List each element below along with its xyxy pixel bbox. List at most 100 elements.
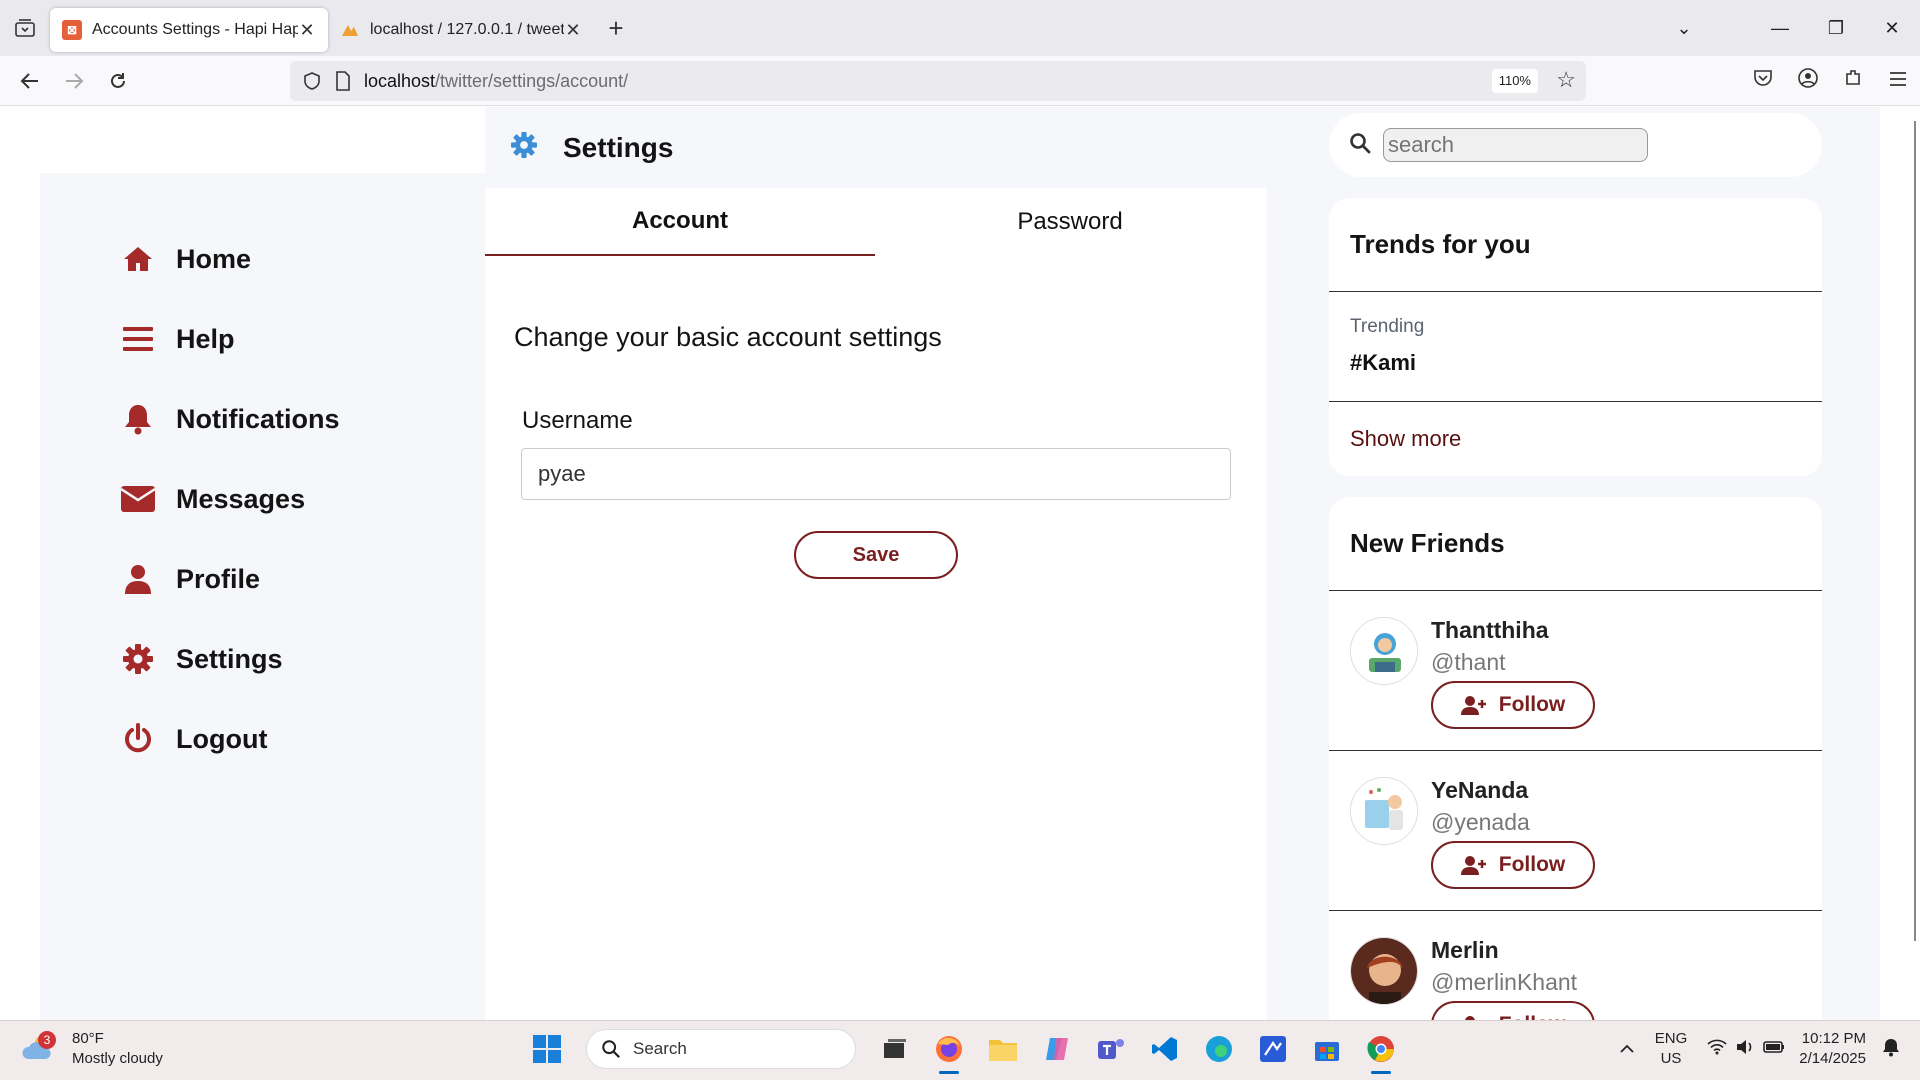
vscode-icon[interactable] <box>1143 1027 1187 1071</box>
trend-tag: #Kami <box>1350 350 1417 375</box>
settings-tabs: Account Password <box>485 188 1267 256</box>
close-window-icon[interactable]: ✕ <box>1864 18 1920 39</box>
bookmark-star-icon[interactable]: ☆ <box>1556 67 1576 93</box>
forward-arrow-icon[interactable] <box>52 61 96 101</box>
nav-item-profile[interactable]: Profile <box>120 559 260 599</box>
save-button[interactable]: Save <box>794 531 958 579</box>
weather-condition: Mostly cloudy <box>72 1050 163 1067</box>
nav-item-help[interactable]: Help <box>120 319 235 359</box>
url-host: localhost <box>364 70 436 91</box>
username-label: Username <box>522 407 633 434</box>
reload-icon[interactable] <box>96 61 140 101</box>
volume-icon[interactable] <box>1735 1039 1755 1059</box>
menu-icon[interactable] <box>1875 70 1920 93</box>
wifi-icon[interactable] <box>1707 1039 1727 1059</box>
user-icon <box>120 561 156 597</box>
nav-item-home[interactable]: Home <box>120 239 251 279</box>
close-tab-icon[interactable]: ✕ <box>298 20 316 41</box>
browser-nav-bar: localhost/twitter/settings/account/ 110%… <box>0 56 1920 106</box>
extensions-icon[interactable] <box>1830 68 1875 94</box>
follow-button[interactable]: Follow <box>1431 1001 1595 1020</box>
nav-item-label: Notifications <box>176 403 340 434</box>
right-sidebar: Trends for you Trending #Kami Show more … <box>1267 107 1880 1020</box>
taskbar-search[interactable]: Search <box>586 1029 856 1069</box>
friend-handle: @thant <box>1431 649 1506 675</box>
nav-item-label: Settings <box>176 643 283 674</box>
tab-title: Accounts Settings - Hapi Hapi <box>92 21 298 38</box>
search-icon <box>1349 132 1371 159</box>
xampp-favicon-icon: ⊠ <box>62 20 82 40</box>
tab-account[interactable]: Account <box>485 188 875 256</box>
chevron-up-icon[interactable] <box>1619 1041 1635 1058</box>
search-input[interactable] <box>1383 128 1648 162</box>
tab-accounts-settings[interactable]: ⊠ Accounts Settings - Hapi Hapi ✕ <box>50 8 328 52</box>
nav-item-label: Logout <box>176 723 268 754</box>
search-icon <box>602 1040 620 1058</box>
new-friends-card: New Friends Thantthiha @thant Follow YeN… <box>1329 497 1822 1020</box>
username-input[interactable] <box>521 448 1231 500</box>
avatar[interactable] <box>1350 937 1418 1005</box>
tab-phpmyadmin[interactable]: localhost / 127.0.0.1 / tweety / u ✕ <box>328 8 594 52</box>
notification-bell-icon[interactable] <box>1882 1037 1900 1061</box>
settings-header: Settings <box>485 107 1267 188</box>
follow-label: Follow <box>1499 1013 1566 1020</box>
teams-icon[interactable] <box>1089 1027 1133 1071</box>
language-indicator[interactable]: ENG US <box>1655 1029 1688 1069</box>
bell-icon <box>120 401 156 437</box>
section-heading: Change your basic account settings <box>514 322 942 352</box>
shield-icon[interactable] <box>302 71 322 91</box>
nav-item-messages[interactable]: Messages <box>120 479 305 519</box>
windows-start-icon[interactable] <box>525 1027 569 1071</box>
friend-item: Thantthiha @thant Follow <box>1329 591 1822 751</box>
firefox-icon[interactable] <box>927 1027 971 1074</box>
minimize-icon[interactable]: — <box>1752 18 1808 39</box>
avatar[interactable] <box>1350 617 1418 685</box>
pocket-icon[interactable] <box>1740 69 1785 93</box>
tab-overflow-chevron-icon[interactable]: ⌄ <box>1656 18 1712 39</box>
close-tab-icon[interactable]: ✕ <box>564 20 582 41</box>
scrollbar-thumb[interactable] <box>1914 121 1916 941</box>
show-more-link[interactable]: Show more <box>1329 402 1822 476</box>
nav-item-notifications[interactable]: Notifications <box>120 399 340 439</box>
friend-name[interactable]: Merlin <box>1431 937 1499 964</box>
zoom-indicator[interactable]: 110% <box>1491 69 1538 93</box>
page-title: Settings <box>563 131 674 163</box>
tab-title: localhost / 127.0.0.1 / tweety / u <box>370 21 564 38</box>
nav-item-logout[interactable]: Logout <box>120 719 267 759</box>
page-scrollbar[interactable] <box>1880 107 1920 1020</box>
follow-button[interactable]: Follow <box>1431 841 1595 889</box>
nav-item-settings[interactable]: Settings <box>120 639 283 679</box>
avatar[interactable] <box>1350 777 1418 845</box>
friend-item: YeNanda @yenada Follow <box>1329 751 1822 911</box>
friend-name[interactable]: Thantthiha <box>1431 617 1549 644</box>
taskbar-search-label: Search <box>633 1039 687 1058</box>
tab-password[interactable]: Password <box>875 188 1265 256</box>
file-explorer-icon[interactable] <box>981 1027 1025 1071</box>
follow-label: Follow <box>1498 853 1566 876</box>
weather-widget[interactable]: 3 80°F Mostly cloudy <box>22 1029 163 1069</box>
edge-icon[interactable] <box>1197 1027 1241 1071</box>
battery-icon[interactable] <box>1763 1040 1785 1058</box>
tab-list-icon[interactable] <box>0 0 50 56</box>
clock-date: 2/14/2025 <box>1799 1050 1866 1067</box>
chrome-icon[interactable] <box>1359 1027 1403 1074</box>
new-tab-icon[interactable]: + <box>594 13 638 44</box>
sql-workbench-icon[interactable] <box>1251 1027 1295 1071</box>
trends-title: Trends for you <box>1329 198 1822 292</box>
copilot-icon[interactable] <box>1035 1027 1079 1071</box>
address-bar[interactable]: localhost/twitter/settings/account/ 110%… <box>290 61 1586 101</box>
phpmyadmin-favicon-icon <box>340 20 360 40</box>
back-arrow-icon[interactable] <box>8 61 52 101</box>
follow-button[interactable]: Follow <box>1431 681 1595 729</box>
nav-item-label: Messages <box>176 483 306 514</box>
task-view-icon[interactable] <box>873 1027 917 1071</box>
weather-badge: 3 <box>38 1030 56 1049</box>
trend-item[interactable]: Trending #Kami <box>1329 292 1822 402</box>
windows-taskbar: 3 80°F Mostly cloudy Search ENG US 10:12… <box>0 1020 1920 1080</box>
store-icon[interactable] <box>1305 1027 1349 1071</box>
restore-icon[interactable]: ❐ <box>1808 18 1864 39</box>
bars-icon <box>120 321 156 357</box>
account-icon[interactable] <box>1785 67 1830 95</box>
friend-name[interactable]: YeNanda <box>1431 777 1528 804</box>
clock[interactable]: 10:12 PM 2/14/2025 <box>1799 1029 1866 1069</box>
